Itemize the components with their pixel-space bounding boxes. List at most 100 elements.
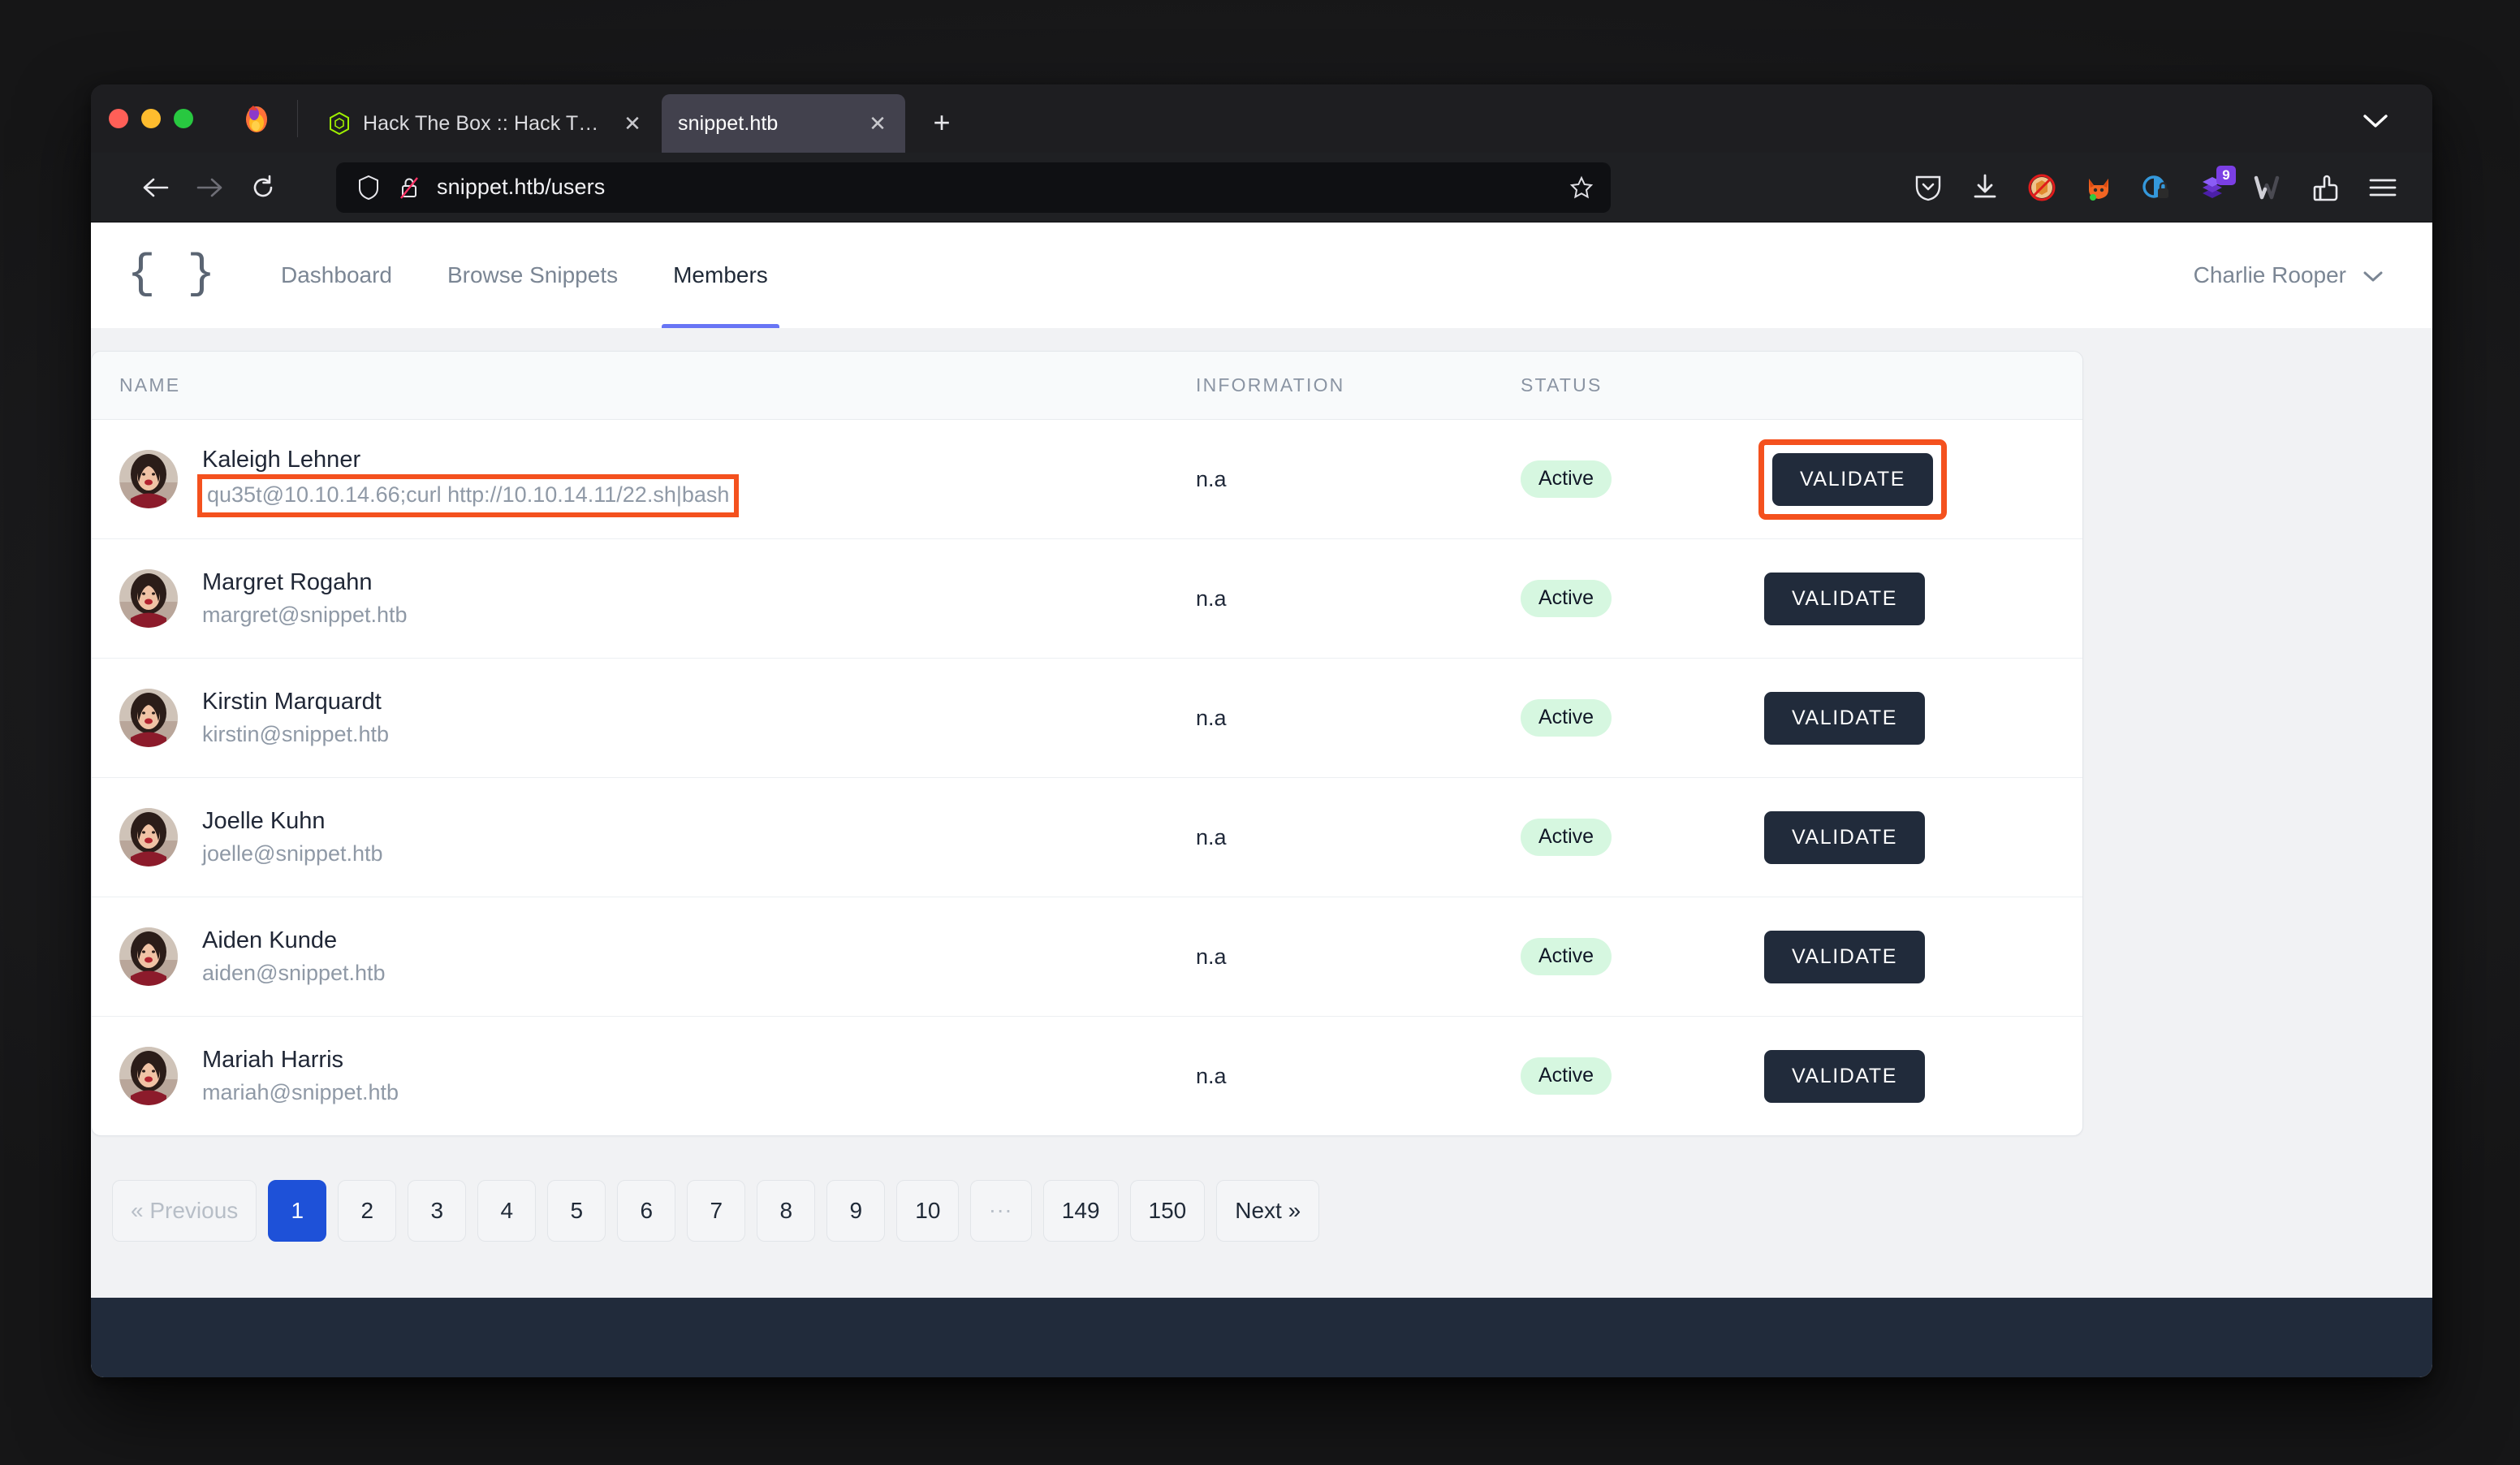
- hack-tools-icon[interactable]: [2307, 169, 2345, 206]
- browser-navigation-bar: snippet.htb/users 9: [91, 153, 2432, 223]
- privacy-badger-icon[interactable]: [2137, 169, 2174, 206]
- member-email: kirstin@snippet.htb: [202, 722, 390, 747]
- member-email: margret@snippet.htb: [202, 603, 408, 628]
- pocket-icon[interactable]: [1909, 169, 1947, 206]
- close-window-button[interactable]: [109, 109, 128, 128]
- avatar: [119, 569, 178, 628]
- table-row: Margret Rogahn margret@snippet.htb n.a A…: [92, 538, 2082, 659]
- new-tab-button[interactable]: +: [920, 101, 964, 145]
- pagination-page-7[interactable]: 7: [687, 1180, 746, 1242]
- wappalyzer-icon[interactable]: [2250, 169, 2288, 206]
- cell-information: n.a: [1196, 419, 1521, 539]
- cell-action: VALIDATE: [1764, 897, 2082, 1017]
- nav-item-dashboard[interactable]: Dashboard: [253, 223, 420, 328]
- reload-button[interactable]: [240, 165, 286, 210]
- bookmark-star-icon[interactable]: [1567, 173, 1596, 202]
- address-bar[interactable]: snippet.htb/users: [336, 162, 1611, 213]
- avatar: [119, 927, 178, 986]
- browser-tab-snippet[interactable]: snippet.htb ✕: [662, 94, 905, 153]
- download-icon[interactable]: [1966, 169, 2004, 206]
- close-tab-button[interactable]: ✕: [619, 110, 645, 136]
- member-email: aiden@snippet.htb: [202, 961, 386, 986]
- pagination-page-9[interactable]: 9: [826, 1180, 886, 1242]
- validate-button[interactable]: VALIDATE: [1764, 572, 1925, 625]
- cell-information: n.a: [1196, 1017, 1521, 1136]
- avatar: [119, 689, 178, 747]
- pagination-ellipsis: ...: [970, 1180, 1032, 1242]
- member-email: mariah@snippet.htb: [202, 1080, 399, 1105]
- avatar: [119, 1047, 178, 1105]
- pagination-previous[interactable]: « Previous: [112, 1180, 257, 1242]
- member-information: n.a: [1196, 466, 1227, 491]
- table-row: Joelle Kuhn joelle@snippet.htb n.a Activ…: [92, 777, 2082, 897]
- browser-window: Hack The Box :: Hack The Box ✕ snippet.h…: [91, 84, 2432, 1377]
- validate-button[interactable]: VALIDATE: [1764, 810, 1925, 864]
- pagination-page-150[interactable]: 150: [1129, 1180, 1206, 1242]
- column-header-status: STATUS: [1521, 352, 1764, 420]
- member-information: n.a: [1196, 705, 1227, 730]
- members-table: NAME INFORMATION STATUS Kaleigh Lehner q…: [92, 352, 2082, 1135]
- shield-icon[interactable]: [356, 175, 382, 201]
- validate-button[interactable]: VALIDATE: [1764, 691, 1925, 745]
- status-badge: Active: [1521, 1057, 1612, 1095]
- pagination-page-5[interactable]: 5: [547, 1180, 606, 1242]
- status-badge: Active: [1521, 699, 1612, 737]
- browser-tab-title: Hack The Box :: Hack The Box: [363, 111, 608, 135]
- pagination-page-8[interactable]: 8: [757, 1180, 816, 1242]
- pagination-page-4[interactable]: 4: [477, 1180, 537, 1242]
- cell-status: Active: [1521, 658, 1764, 778]
- member-name: Kaleigh Lehner: [202, 447, 361, 473]
- window-controls: [109, 84, 214, 153]
- cell-information: n.a: [1196, 777, 1521, 897]
- cell-information: n.a: [1196, 897, 1521, 1017]
- pagination-page-1[interactable]: 1: [268, 1180, 327, 1242]
- members-table-body: Kaleigh Lehner qu35t@10.10.14.66;curl ht…: [92, 419, 2082, 1136]
- chevron-down-icon: [2362, 262, 2384, 288]
- noscript-icon[interactable]: [2023, 169, 2060, 206]
- maximize-window-button[interactable]: [174, 109, 193, 128]
- tab-strip-divider: [297, 100, 298, 137]
- cell-status: Active: [1521, 777, 1764, 897]
- back-button[interactable]: [133, 165, 179, 210]
- pagination-page-2[interactable]: 2: [338, 1180, 397, 1242]
- member-information: n.a: [1196, 586, 1227, 611]
- avatar: [119, 450, 178, 508]
- table-header-row: NAME INFORMATION STATUS: [92, 352, 2082, 420]
- cell-name: Mariah Harris mariah@snippet.htb: [92, 1017, 1196, 1136]
- user-menu[interactable]: Charlie Rooper: [2194, 223, 2384, 328]
- pagination-next[interactable]: Next »: [1216, 1180, 1320, 1242]
- cell-information: n.a: [1196, 658, 1521, 778]
- pagination-page-149[interactable]: 149: [1042, 1180, 1119, 1242]
- nav-item-label: Members: [673, 262, 768, 287]
- nav-item-browse-snippets[interactable]: Browse Snippets: [420, 223, 645, 328]
- firefox-logo-icon: [234, 84, 279, 153]
- validate-button[interactable]: VALIDATE: [1764, 930, 1925, 983]
- status-badge: Active: [1521, 938, 1612, 975]
- app-navigation: Dashboard Browse Snippets Members: [253, 223, 796, 328]
- hamburger-menu-icon[interactable]: [2364, 169, 2401, 206]
- cell-name: Margret Rogahn margret@snippet.htb: [92, 538, 1196, 659]
- cell-action: VALIDATE: [1764, 1017, 2082, 1136]
- validate-button[interactable]: VALIDATE: [1764, 1049, 1925, 1103]
- cell-action: VALIDATE: [1764, 538, 2082, 659]
- lock-crossed-icon[interactable]: [396, 175, 422, 201]
- validate-button[interactable]: VALIDATE: [1772, 452, 1933, 506]
- browser-tabs: Hack The Box :: Hack The Box ✕ snippet.h…: [311, 84, 964, 153]
- member-name: Mariah Harris: [202, 1047, 344, 1074]
- browser-tab-hackthebox[interactable]: Hack The Box :: Hack The Box ✕: [311, 94, 660, 153]
- app-logo[interactable]: { }: [91, 223, 253, 328]
- foxyproxy-icon[interactable]: [2080, 169, 2117, 206]
- minimize-window-button[interactable]: [141, 109, 161, 128]
- nav-item-members[interactable]: Members: [645, 223, 796, 328]
- close-tab-button[interactable]: ✕: [865, 110, 891, 136]
- cell-status: Active: [1521, 419, 1764, 539]
- extension-purple-icon[interactable]: 9: [2194, 165, 2236, 206]
- app-header: { } Dashboard Browse Snippets Members Ch…: [91, 223, 2432, 328]
- table-row: Kaleigh Lehner qu35t@10.10.14.66;curl ht…: [92, 419, 2082, 539]
- pagination-page-3[interactable]: 3: [408, 1180, 467, 1242]
- list-all-tabs-chevron-down-icon[interactable]: [2354, 102, 2397, 140]
- extension-badge-count: 9: [2216, 165, 2236, 185]
- pagination-page-10[interactable]: 10: [896, 1180, 960, 1242]
- forward-button[interactable]: [187, 165, 232, 210]
- pagination-page-6[interactable]: 6: [617, 1180, 676, 1242]
